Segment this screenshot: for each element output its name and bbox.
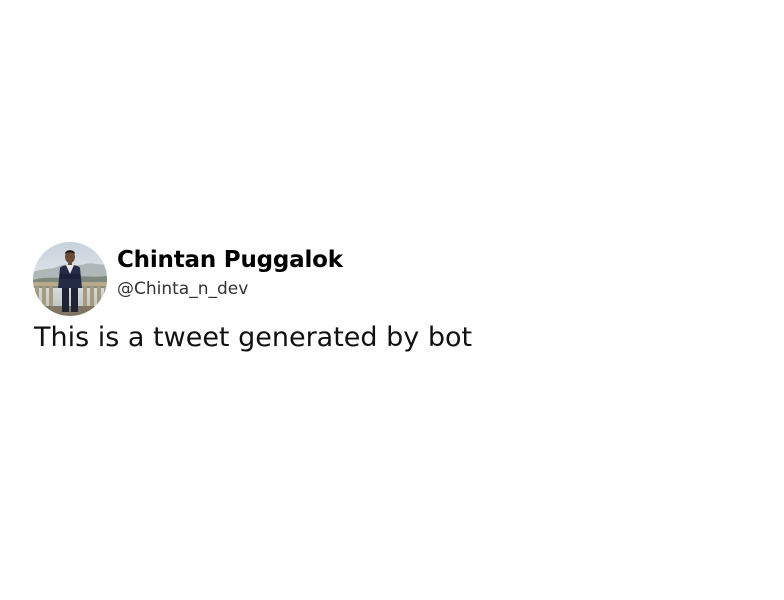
page: Chintan Puggalok @Chinta_n_dev This is a… [0, 0, 784, 600]
tweet-text: This is a tweet generated by bot [34, 322, 473, 353]
tweet-card: Chintan Puggalok @Chinta_n_dev This is a… [33, 242, 733, 358]
tweet-header: Chintan Puggalok @Chinta_n_dev [33, 242, 733, 316]
display-name[interactable]: Chintan Puggalok [117, 246, 343, 274]
avatar[interactable] [33, 242, 107, 316]
user-meta: Chintan Puggalok @Chinta_n_dev [117, 246, 343, 300]
profile-photo-icon [33, 242, 107, 316]
user-handle[interactable]: @Chinta_n_dev [117, 278, 343, 300]
